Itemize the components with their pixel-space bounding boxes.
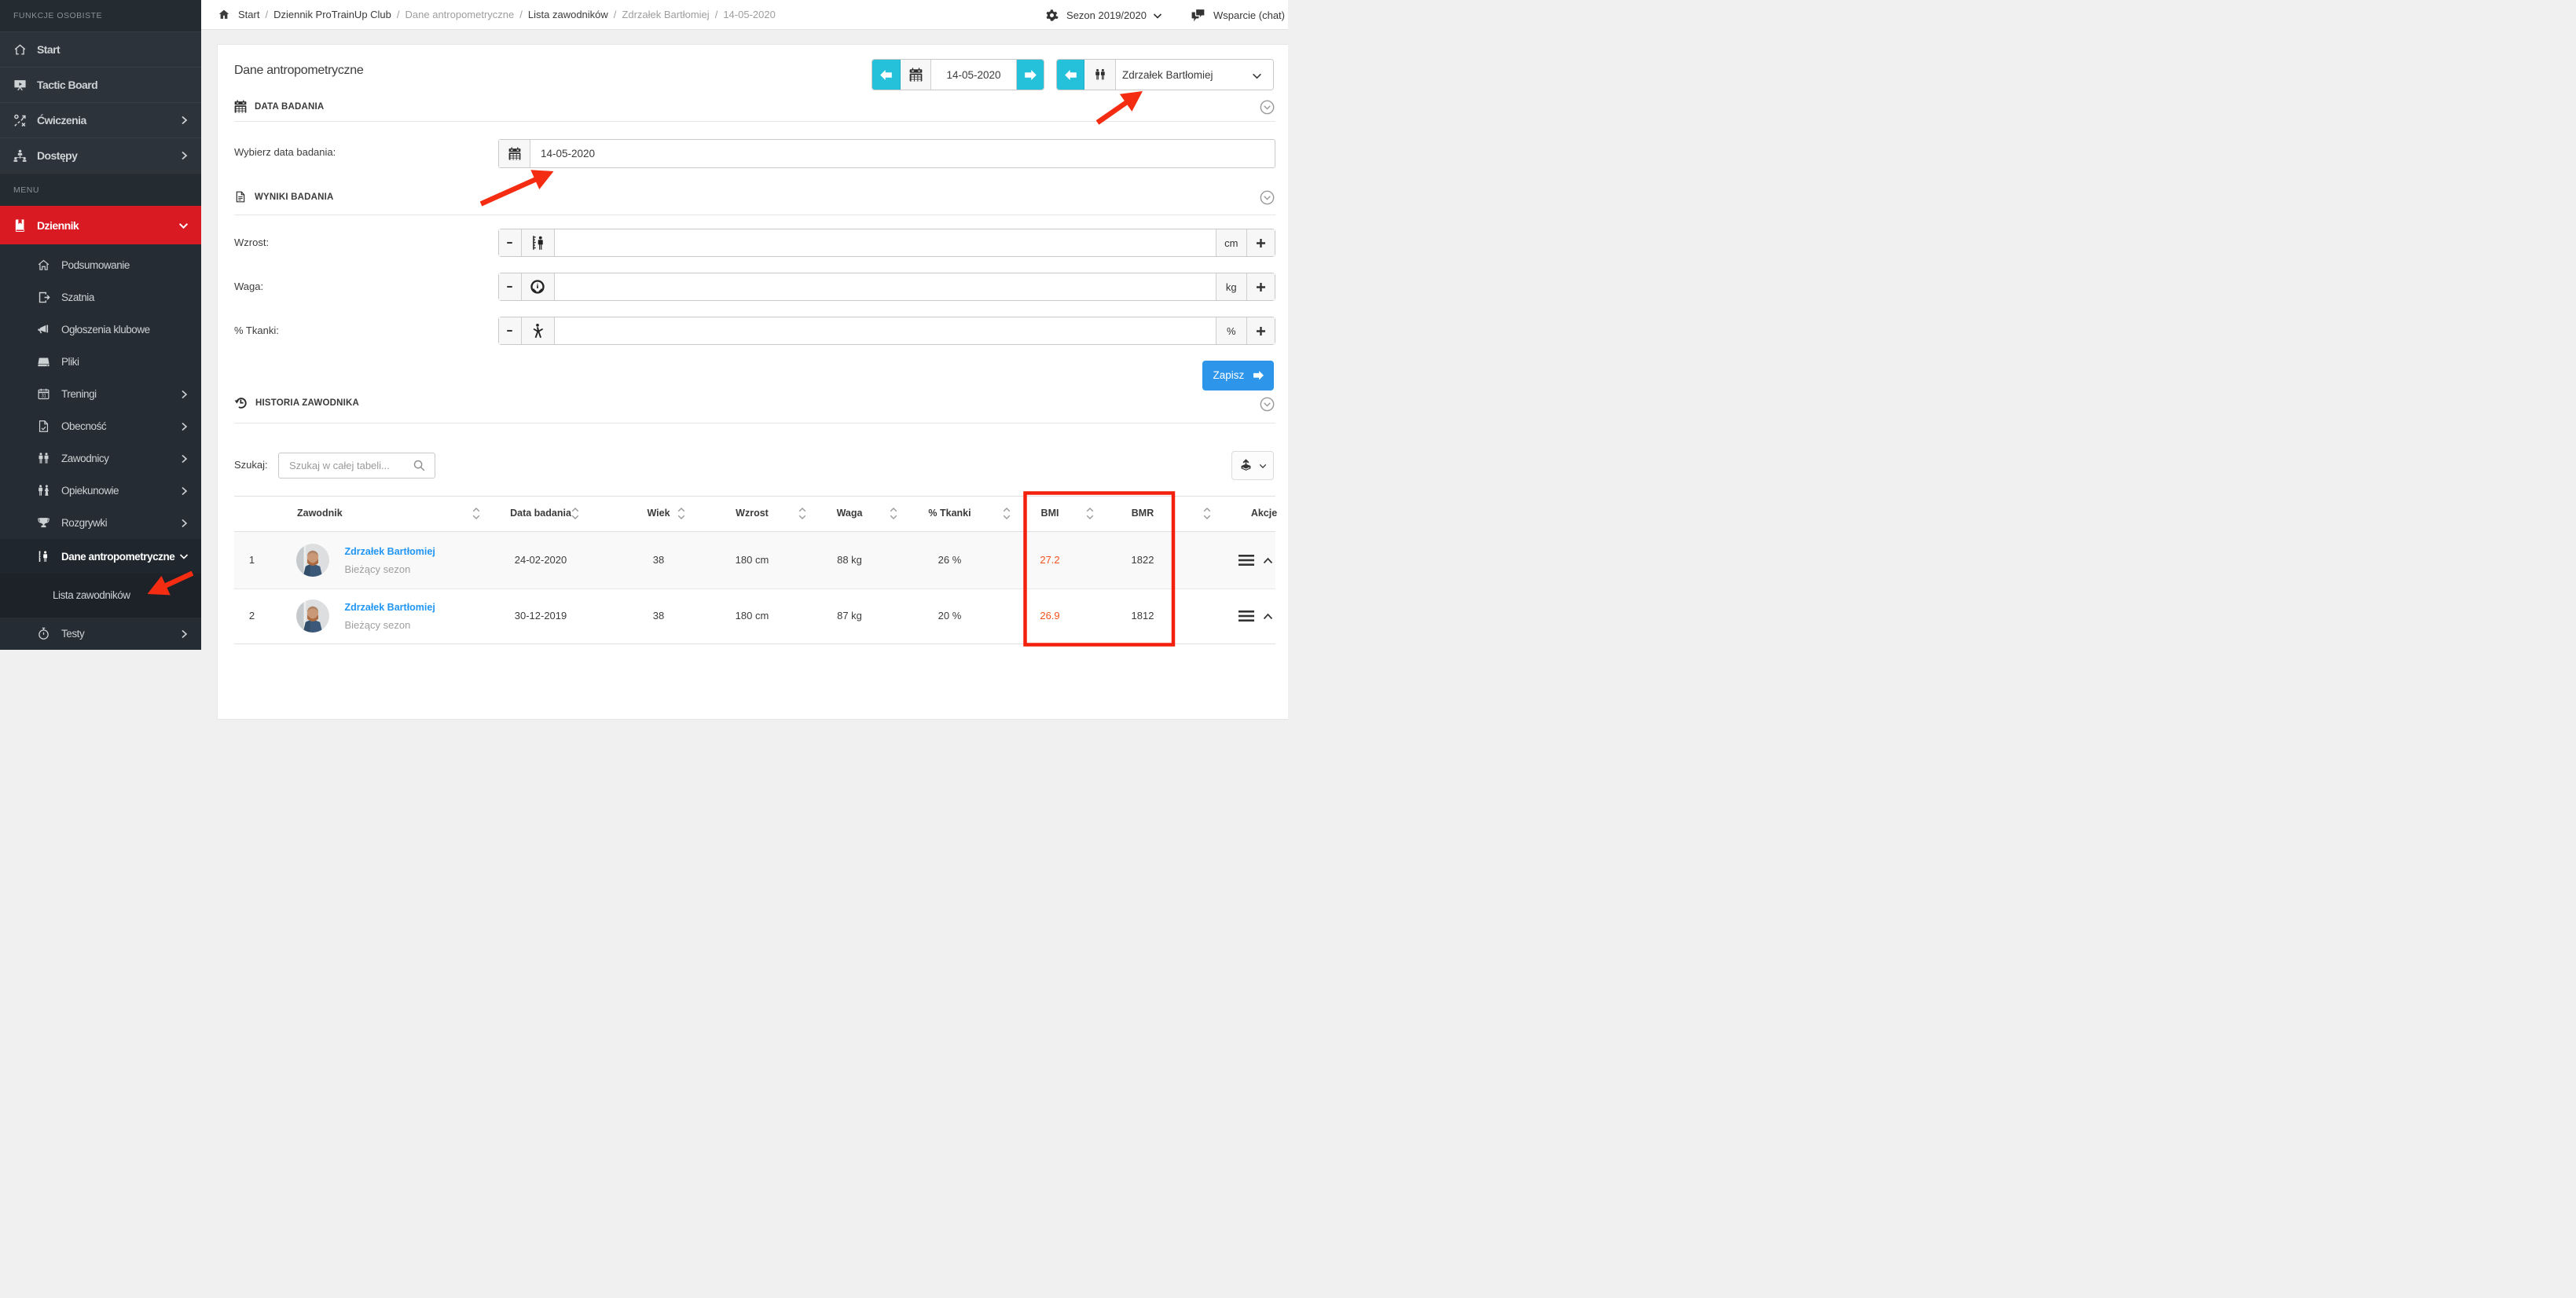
svg-text:31: 31 bbox=[41, 394, 46, 398]
